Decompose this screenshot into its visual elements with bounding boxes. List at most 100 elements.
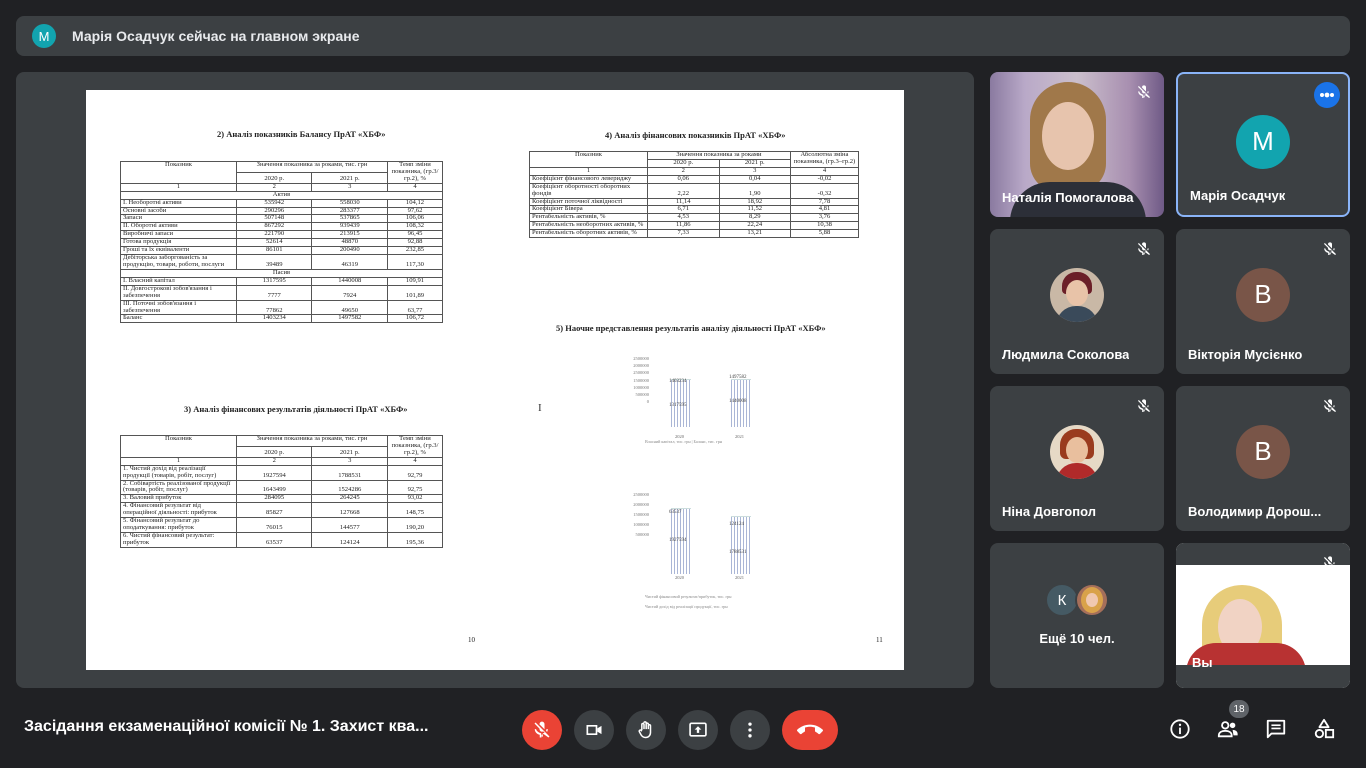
chat-icon bbox=[1266, 719, 1286, 739]
table-cell: 0,04 bbox=[718, 174, 791, 184]
balance-table: Показник Значення показника за роками, т… bbox=[120, 161, 443, 324]
table-cell: 6. Чистий фінансовий результат: прибуток bbox=[120, 531, 237, 548]
table-header: Значення показника за роками, тис. грн bbox=[236, 161, 388, 173]
table-cell: 284095 bbox=[235, 494, 313, 504]
table-cell: 76015 bbox=[235, 517, 313, 533]
data-label: 1317595 bbox=[669, 403, 687, 408]
table-cell: 106,72 bbox=[387, 314, 443, 324]
present-screen-button[interactable] bbox=[678, 710, 718, 750]
table-header: Показник bbox=[120, 435, 237, 458]
mic-off-icon bbox=[1324, 242, 1336, 255]
table-header: 2020 р. bbox=[235, 171, 313, 184]
mic-off-icon bbox=[534, 721, 550, 738]
data-label: 124124 bbox=[729, 522, 744, 527]
presenter-avatar: М bbox=[32, 24, 56, 48]
tick-label: 2000000 bbox=[633, 363, 649, 369]
table-cell: Коефіцієнт фінансового левериджу bbox=[529, 174, 648, 184]
presenting-text: Марія Осадчук сейчас на главном экране bbox=[72, 28, 360, 44]
chart-bars: 63537 1927594 124124 1788531 bbox=[657, 500, 787, 574]
table-row: 6. Чистий фінансовий результат: прибуток… bbox=[120, 531, 443, 548]
table-row: І. Необоротні активи 535942 558030 104,12 bbox=[120, 198, 443, 208]
camera-toggle-button[interactable] bbox=[574, 710, 614, 750]
participant-tile[interactable]: В Вікторія Мусієнко bbox=[1176, 229, 1350, 374]
table-cell: 1 bbox=[120, 182, 237, 192]
x-tick: 2021 bbox=[735, 575, 744, 580]
participant-name: Ніна Довгопол bbox=[1002, 504, 1096, 519]
self-tile[interactable]: Вы bbox=[1176, 543, 1350, 688]
table-cell: 190,20 bbox=[387, 517, 443, 533]
chart-axis: 2500000 2000000 1500000 1000000 500000 bbox=[623, 490, 649, 540]
section-title-2: 2) Аналіз показників Балансу ПрАТ «ХБФ» bbox=[217, 129, 386, 139]
tick-label: 500000 bbox=[635, 532, 650, 537]
table-cell: 0,06 bbox=[647, 174, 720, 184]
table-cell: 1,90 bbox=[718, 182, 791, 199]
table-body: І. Власний капітал 1317595 1440008 109,91 ІІ… bbox=[120, 276, 443, 324]
table-row: Дебіторська заборгованість за продукцію,… bbox=[120, 254, 443, 270]
participant-tile[interactable]: Наталія Помогалова bbox=[990, 72, 1164, 217]
participant-tile[interactable]: В Володимир Дорош... bbox=[1176, 386, 1350, 531]
text-cursor-icon: I bbox=[538, 402, 542, 414]
chart-legend: Чистий фінансовий результат/прибуток, ти… bbox=[645, 594, 732, 599]
tick-label: 1500000 bbox=[633, 512, 649, 517]
tick-label: 1000000 bbox=[633, 384, 649, 390]
table-cell: Рентабельність оборотних активів, % bbox=[529, 229, 648, 239]
table-cell: 1788531 bbox=[311, 464, 388, 481]
table-cell: 144577 bbox=[311, 517, 388, 533]
mic-toggle-button[interactable] bbox=[522, 710, 562, 750]
table-row: Баланс 1403234 1497582 106,72 bbox=[120, 314, 443, 324]
table-cell: 1524286 bbox=[311, 479, 388, 496]
table-cell: Дебіторська заборгованість за продукцію,… bbox=[120, 254, 237, 270]
participant-name: Володимир Дорош... bbox=[1188, 504, 1322, 519]
table-header: Значення показника за роками bbox=[647, 151, 791, 160]
table-cell: 4 bbox=[387, 182, 443, 192]
participant-name: Наталія Помогалова bbox=[1002, 190, 1134, 205]
more-participants-label: Ещё 10 чел. bbox=[1039, 631, 1115, 646]
participant-tile[interactable]: М Марія Осадчук bbox=[1176, 72, 1350, 217]
table-cell: 93,02 bbox=[387, 494, 443, 504]
table-header: Абсолютна зміна показника, (гр.3–гр.2) bbox=[790, 151, 859, 168]
table-cell: -0,32 bbox=[790, 182, 859, 199]
table-cell: 1643499 bbox=[235, 479, 313, 496]
data-label: 1497582 bbox=[729, 375, 747, 380]
data-label: 1403234 bbox=[669, 379, 687, 384]
meeting-details-button[interactable] bbox=[1167, 716, 1193, 742]
more-options-button[interactable] bbox=[730, 710, 770, 750]
section-title-4: 4) Аналіз фінансових показників ПрАТ «ХБ… bbox=[605, 130, 786, 140]
data-label: 1788531 bbox=[729, 550, 747, 555]
table-cell: 195,36 bbox=[387, 531, 443, 548]
table-header: 2021 р. bbox=[311, 445, 388, 458]
chat-button[interactable] bbox=[1263, 716, 1289, 742]
participant-name: Вы bbox=[1192, 655, 1213, 670]
mic-off-icon bbox=[1324, 399, 1336, 412]
shapes-icon bbox=[1314, 718, 1335, 739]
section-title-5: 5) Наочне представлення результатів анал… bbox=[556, 323, 826, 333]
table-row: Рентабельність оборотних активів, % 7,33 1… bbox=[529, 229, 859, 239]
table-cell: 101,89 bbox=[387, 284, 443, 301]
raise-hand-button[interactable] bbox=[626, 710, 666, 750]
participant-tile[interactable]: Ніна Довгопол bbox=[990, 386, 1164, 531]
avatar bbox=[1075, 583, 1109, 617]
table-cell: 124124 bbox=[311, 531, 388, 548]
more-participants-tile[interactable]: К Ещё 10 чел. bbox=[990, 543, 1164, 688]
participants-count-badge: 18 bbox=[1229, 700, 1249, 718]
chart-axis: 2500000 2000000 2500000 1500000 1000000 … bbox=[623, 355, 649, 405]
leave-call-button[interactable] bbox=[782, 710, 838, 750]
table-cell: 1440008 bbox=[311, 276, 388, 286]
table-row: 2. Собівартість реалізованої продукції (… bbox=[120, 479, 443, 496]
tick-label: 2500000 bbox=[633, 492, 649, 497]
data-label: 1927594 bbox=[669, 538, 687, 543]
participants-button[interactable] bbox=[1215, 716, 1241, 742]
table-cell: 2,22 bbox=[647, 182, 720, 199]
table-cell: 264245 bbox=[311, 494, 388, 504]
table-row: ІІІ. Поточні зобов'язання і забезпечення… bbox=[120, 299, 443, 316]
table-cell: 5,88 bbox=[790, 229, 859, 239]
data-label: 63537 bbox=[669, 510, 682, 515]
presenting-banner: М Марія Осадчук сейчас на главном экране bbox=[16, 16, 1350, 56]
tick-label: 2500000 bbox=[633, 370, 649, 376]
tick-label: 1500000 bbox=[633, 377, 649, 383]
table-cell: 1. Чистий дохід від реалізації продукції… bbox=[120, 464, 237, 481]
shared-screen: 2) Аналіз показників Балансу ПрАТ «ХБФ» … bbox=[16, 72, 974, 688]
table-cell: 7,33 bbox=[647, 229, 720, 239]
participant-tile[interactable]: Людмила Соколова bbox=[990, 229, 1164, 374]
activities-button[interactable] bbox=[1311, 716, 1337, 742]
